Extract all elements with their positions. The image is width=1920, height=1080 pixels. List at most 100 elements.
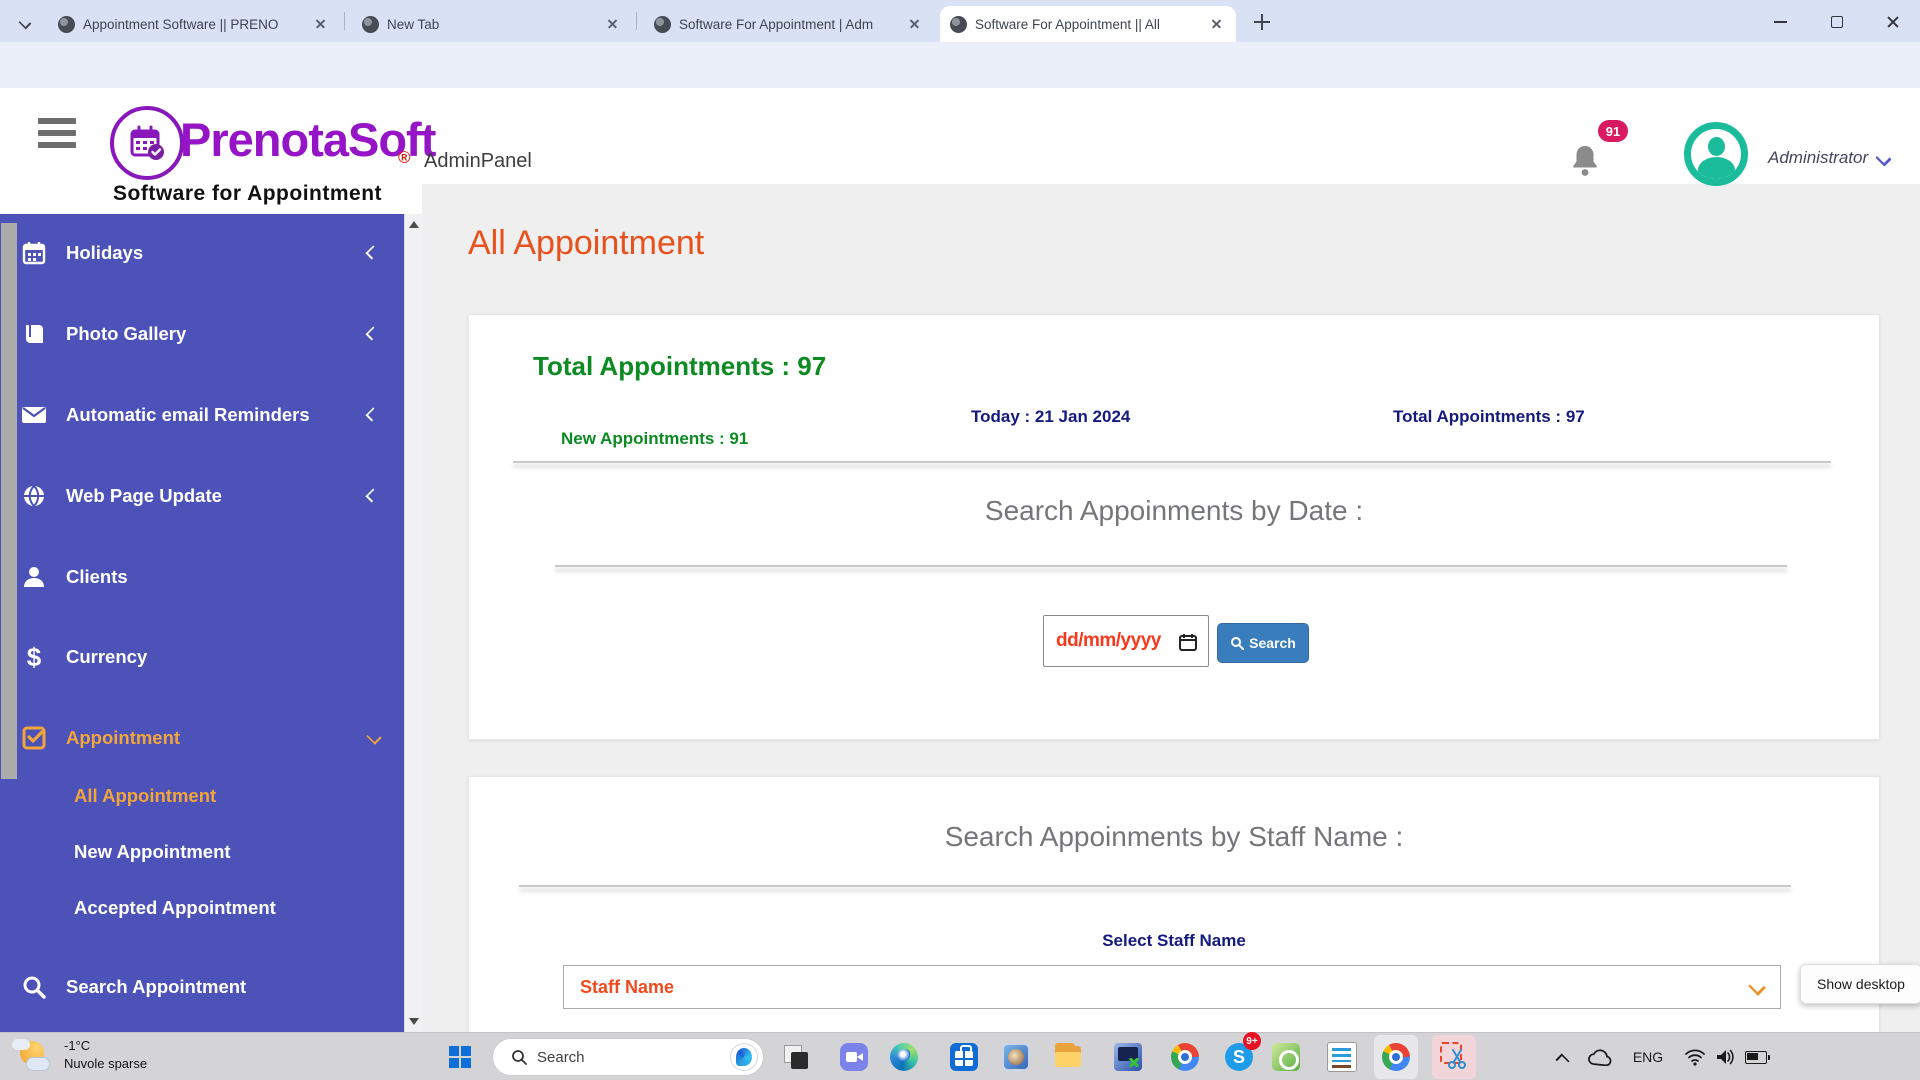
chevron-left-icon — [365, 488, 379, 502]
date-search-heading: Search Appoinments by Date : — [469, 495, 1879, 527]
sidebar-item-new-appointment[interactable]: New Appointment — [0, 832, 404, 872]
scroll-up-icon[interactable] — [409, 221, 419, 228]
sidebar-item-currency[interactable]: $ Currency — [0, 637, 404, 677]
teams-chat-icon[interactable] — [834, 1037, 874, 1077]
browser-tab-strip: Appointment Software || PRENO New Tab So… — [0, 0, 1920, 42]
today-date: Today : 21 Jan 2024 — [971, 407, 1130, 427]
chevron-left-icon — [365, 245, 379, 259]
brand-tagline: Software for Appointment — [113, 182, 382, 206]
new-appointments-count: New Appointments : 91 — [561, 429, 748, 449]
start-button[interactable] — [442, 1039, 478, 1075]
volume-icon[interactable] — [1712, 1043, 1738, 1071]
weather-condition[interactable]: Nuvole sparse — [64, 1056, 147, 1071]
search-icon — [20, 973, 48, 1001]
battery-icon[interactable] — [1742, 1043, 1772, 1071]
calendar-icon — [20, 239, 48, 267]
select-value: Staff Name — [580, 977, 674, 998]
scrollbar-thumb[interactable] — [1, 223, 17, 779]
close-icon[interactable] — [906, 15, 924, 33]
photos-app-icon[interactable] — [996, 1037, 1036, 1077]
notepad-plus-icon[interactable] — [1266, 1037, 1306, 1077]
chevron-left-icon — [365, 326, 379, 340]
tab-separator — [344, 12, 345, 30]
avatar-person-icon — [1708, 137, 1725, 156]
chevron-down-icon[interactable] — [1874, 150, 1894, 166]
sidebar-item-search-appointment[interactable]: Search Appointment — [0, 967, 404, 1007]
weather-temperature[interactable]: -1°C — [64, 1038, 90, 1053]
tab-appointment-software[interactable]: Appointment Software || PRENO — [48, 6, 340, 42]
globe-favicon-icon — [654, 16, 671, 33]
divider — [519, 885, 1791, 887]
chrome-active-icon[interactable] — [1374, 1035, 1418, 1079]
tab-software-admin[interactable]: Software For Appointment | Adm — [644, 6, 934, 42]
sidebar-item-web-page-update[interactable]: Web Page Update — [0, 476, 404, 516]
notification-badge: 91 — [1598, 120, 1628, 142]
snipping-tool-icon[interactable] — [1432, 1035, 1476, 1079]
date-placeholder: dd/mm/yyyy — [1056, 630, 1161, 652]
search-icon — [511, 1049, 527, 1065]
tab-new-tab[interactable]: New Tab — [352, 6, 632, 42]
globe-icon — [20, 482, 48, 510]
chrome-icon[interactable] — [1165, 1037, 1205, 1077]
sidebar-item-email-reminders[interactable]: Automatic email Reminders — [0, 395, 404, 435]
book-icon — [20, 320, 48, 348]
search-button[interactable]: Search — [1217, 623, 1309, 663]
sidebar-item-all-appointment[interactable]: All Appointment — [0, 776, 404, 816]
tray-chevron-icon[interactable] — [1550, 1043, 1574, 1071]
onedrive-cloud-icon[interactable] — [1584, 1043, 1614, 1071]
sidebar-item-clients[interactable]: Clients — [0, 557, 404, 597]
bell-icon — [1570, 144, 1600, 178]
window-maximize-button[interactable] — [1818, 12, 1854, 32]
chevron-down-icon — [366, 729, 381, 744]
notifications-button[interactable]: 91 — [1570, 120, 1640, 180]
notes-app-icon[interactable] — [1322, 1037, 1362, 1077]
sidebar-item-appointment[interactable]: Appointment — [0, 718, 404, 758]
total-appointments-heading: Total Appointments : 97 — [533, 351, 826, 382]
avatar[interactable] — [1684, 122, 1748, 186]
person-icon — [20, 563, 48, 591]
snip-overlay-app-icon[interactable] — [776, 1037, 816, 1077]
select-staff-label: Select Staff Name — [469, 931, 1879, 951]
new-tab-button[interactable] — [1250, 10, 1274, 34]
staff-name-select[interactable]: Staff Name — [563, 965, 1781, 1009]
bing-icon[interactable] — [730, 1043, 758, 1071]
remote-desktop-icon[interactable] — [1108, 1037, 1148, 1077]
screen: Appointment Software || PRENO New Tab So… — [0, 0, 1920, 1080]
chevron-left-icon — [365, 407, 379, 421]
sidebar-item-holidays[interactable]: Holidays — [0, 233, 404, 273]
edge-icon[interactable] — [884, 1037, 924, 1077]
wifi-icon[interactable] — [1682, 1043, 1708, 1071]
dollar-icon: $ — [20, 643, 48, 671]
skype-badge: 9+ — [1243, 1032, 1261, 1050]
sidebar-item-photo-gallery[interactable]: Photo Gallery — [0, 314, 404, 354]
window-minimize-button[interactable] — [1762, 12, 1798, 32]
sidebar-item-accepted-appointment[interactable]: Accepted Appointment — [0, 888, 404, 928]
windows-logo-icon — [449, 1046, 471, 1068]
calendar-picker-icon[interactable] — [1178, 632, 1198, 652]
close-icon[interactable] — [1208, 15, 1226, 33]
language-indicator[interactable]: ENG — [1628, 1043, 1668, 1071]
search-icon — [1230, 636, 1244, 650]
page-title: All Appointment — [468, 224, 704, 263]
taskbar-search[interactable]: Search — [492, 1038, 764, 1076]
window-close-button[interactable] — [1874, 12, 1910, 32]
tab-all-appointment-active[interactable]: Software For Appointment || All — [940, 6, 1236, 42]
scroll-down-icon[interactable] — [409, 1018, 419, 1025]
weather-icon[interactable] — [12, 1037, 52, 1075]
microsoft-store-icon[interactable] — [944, 1037, 984, 1077]
tab-search-icon[interactable] — [12, 9, 38, 35]
divider — [513, 461, 1831, 463]
show-desktop-tooltip: Show desktop — [1800, 964, 1920, 1004]
brand-logo-icon — [110, 106, 184, 180]
sidebar-scrollbar[interactable] — [404, 214, 423, 1032]
globe-favicon-icon — [362, 16, 379, 33]
envelope-icon — [20, 401, 48, 429]
tab-separator — [636, 12, 637, 30]
close-icon[interactable] — [604, 15, 622, 33]
file-explorer-icon[interactable] — [1048, 1037, 1088, 1077]
date-input[interactable]: dd/mm/yyyy — [1043, 615, 1209, 667]
globe-favicon-icon — [58, 16, 75, 33]
browser-toolbar: prenotasoft.com/en/admin/all-appointment — [0, 42, 1920, 88]
close-icon[interactable] — [312, 15, 330, 33]
hamburger-menu-icon[interactable] — [38, 118, 76, 150]
